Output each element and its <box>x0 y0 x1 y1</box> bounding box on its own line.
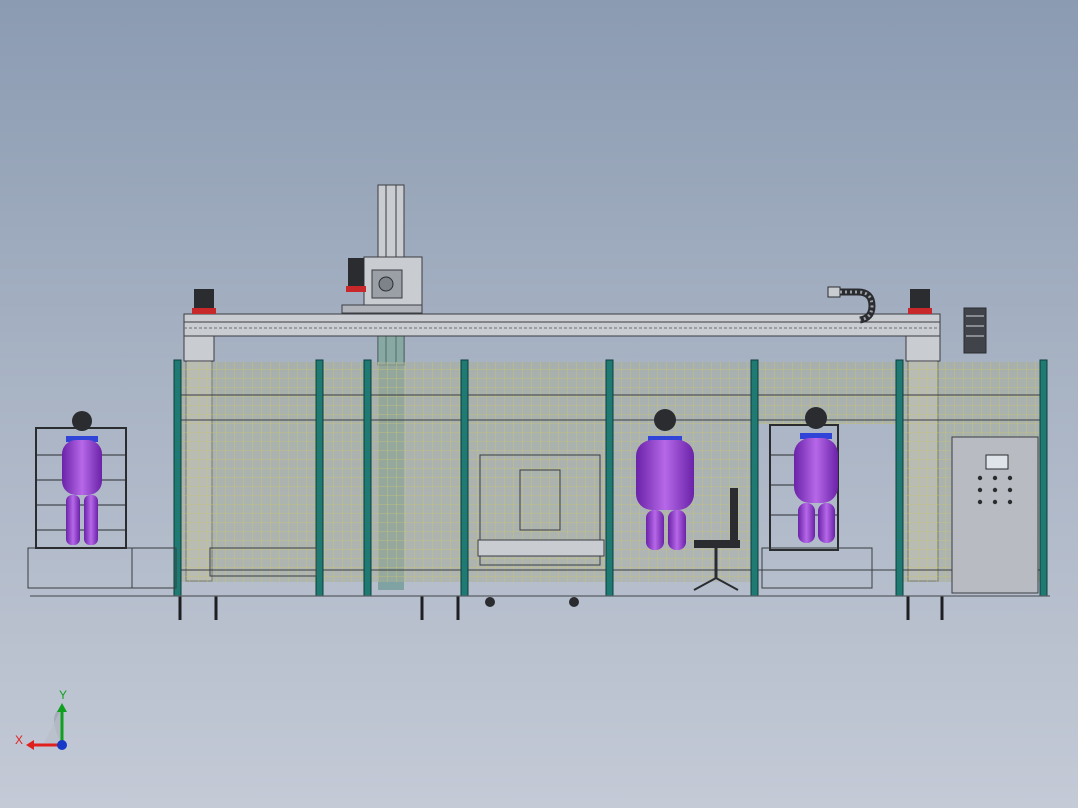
assembly-model[interactable] <box>0 0 1078 808</box>
operator-left <box>62 411 102 545</box>
x-axis-label: X <box>15 733 24 747</box>
gantry-beam <box>183 289 941 337</box>
coordinate-triad <box>14 685 84 755</box>
support-feet <box>178 596 944 620</box>
gantry-carriage <box>341 256 423 314</box>
triad-graphic <box>26 703 67 750</box>
cad-viewport[interactable]: X Y <box>0 0 1078 808</box>
operator-right <box>794 407 838 543</box>
y-axis-label: Y <box>59 688 68 702</box>
signal-box <box>963 307 987 354</box>
control-cabinet <box>951 436 1039 594</box>
safety-fence <box>173 359 1048 597</box>
